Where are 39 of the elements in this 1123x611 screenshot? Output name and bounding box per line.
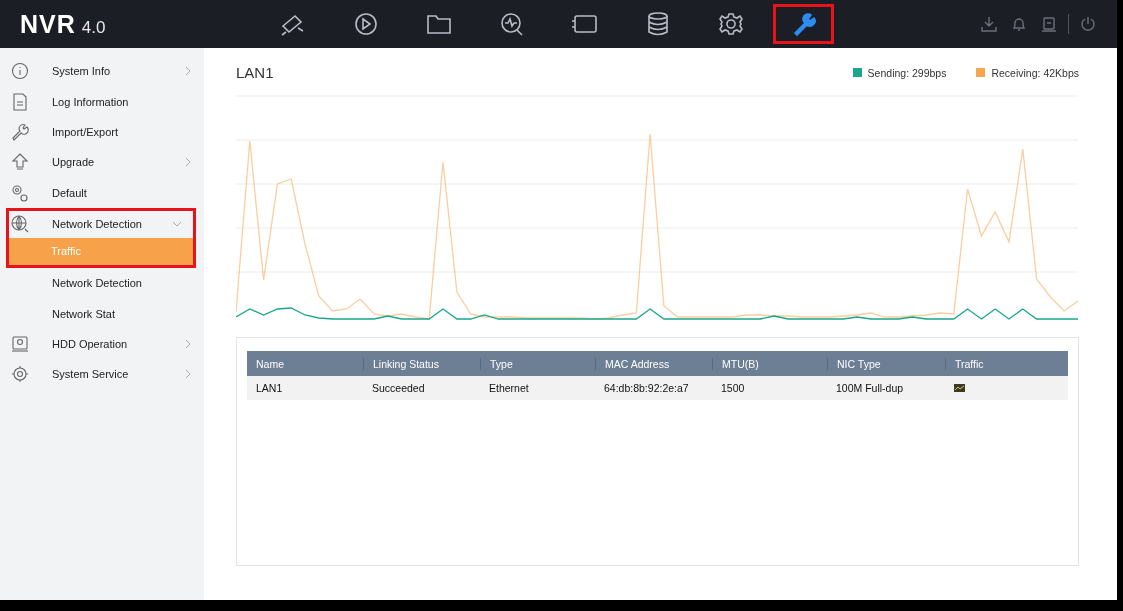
sidebar-subitem[interactable]: Network Detection [0, 267, 204, 299]
sidebar-item[interactable]: Network Detection [9, 210, 193, 238]
sidebar-item[interactable]: Log Information [0, 86, 204, 117]
column-header: Traffic [945, 357, 1068, 370]
table-cell-text: 1500 [720, 382, 746, 394]
table-row[interactable]: LAN1 Succeeded Ethernet 64:db:8b:92:2e:a7 1500 100M Full-dup [247, 376, 1068, 400]
maintenance-nav-button[interactable] [773, 4, 834, 44]
table-cell-text: Ethernet [488, 382, 530, 394]
table-cell-text: LAN1 [255, 382, 284, 394]
document-icon [11, 92, 29, 111]
traffic-chart-icon[interactable] [954, 384, 965, 392]
version-text: 4.0 [81, 17, 106, 38]
logo-text: NVR [20, 9, 76, 39]
column-header: Linking Status [363, 357, 480, 370]
chart-title: LAN1 [236, 64, 274, 81]
column-header: Name [255, 357, 285, 370]
column-header: Type [480, 357, 595, 370]
sidebar-item[interactable]: System Info [0, 56, 204, 87]
column-header: NIC Type [827, 357, 945, 370]
table-cell-text: 100M Full-dup [835, 382, 905, 394]
sidebar-item[interactable]: System Service [0, 359, 204, 390]
download-icon [980, 15, 998, 33]
sidebar-item[interactable]: Default [0, 177, 204, 208]
info-icon [11, 62, 29, 81]
legend-label: Sending: 299bps [867, 66, 947, 79]
globe-icon [11, 215, 29, 234]
wrench-icon [11, 122, 29, 141]
sidebar-item[interactable]: HDD Operation [0, 328, 204, 360]
bell-icon [1010, 15, 1028, 33]
table-cell-text: Succeeded [371, 382, 426, 394]
column-header: MAC Address [595, 357, 712, 370]
sidebar-item[interactable]: Upgrade [0, 147, 204, 178]
power-icon [1079, 15, 1097, 33]
upload-arrow-icon [11, 153, 29, 172]
table-cell-text: 64:db:8b:92:2e:a7 [603, 382, 690, 394]
sidebar-item[interactable]: Import/Export [0, 116, 204, 148]
legend-label: Receiving: 42Kbps [991, 66, 1079, 79]
column-header: MTU(B) [712, 357, 827, 370]
sidebar-subitem[interactable]: Network Stat [0, 298, 204, 329]
